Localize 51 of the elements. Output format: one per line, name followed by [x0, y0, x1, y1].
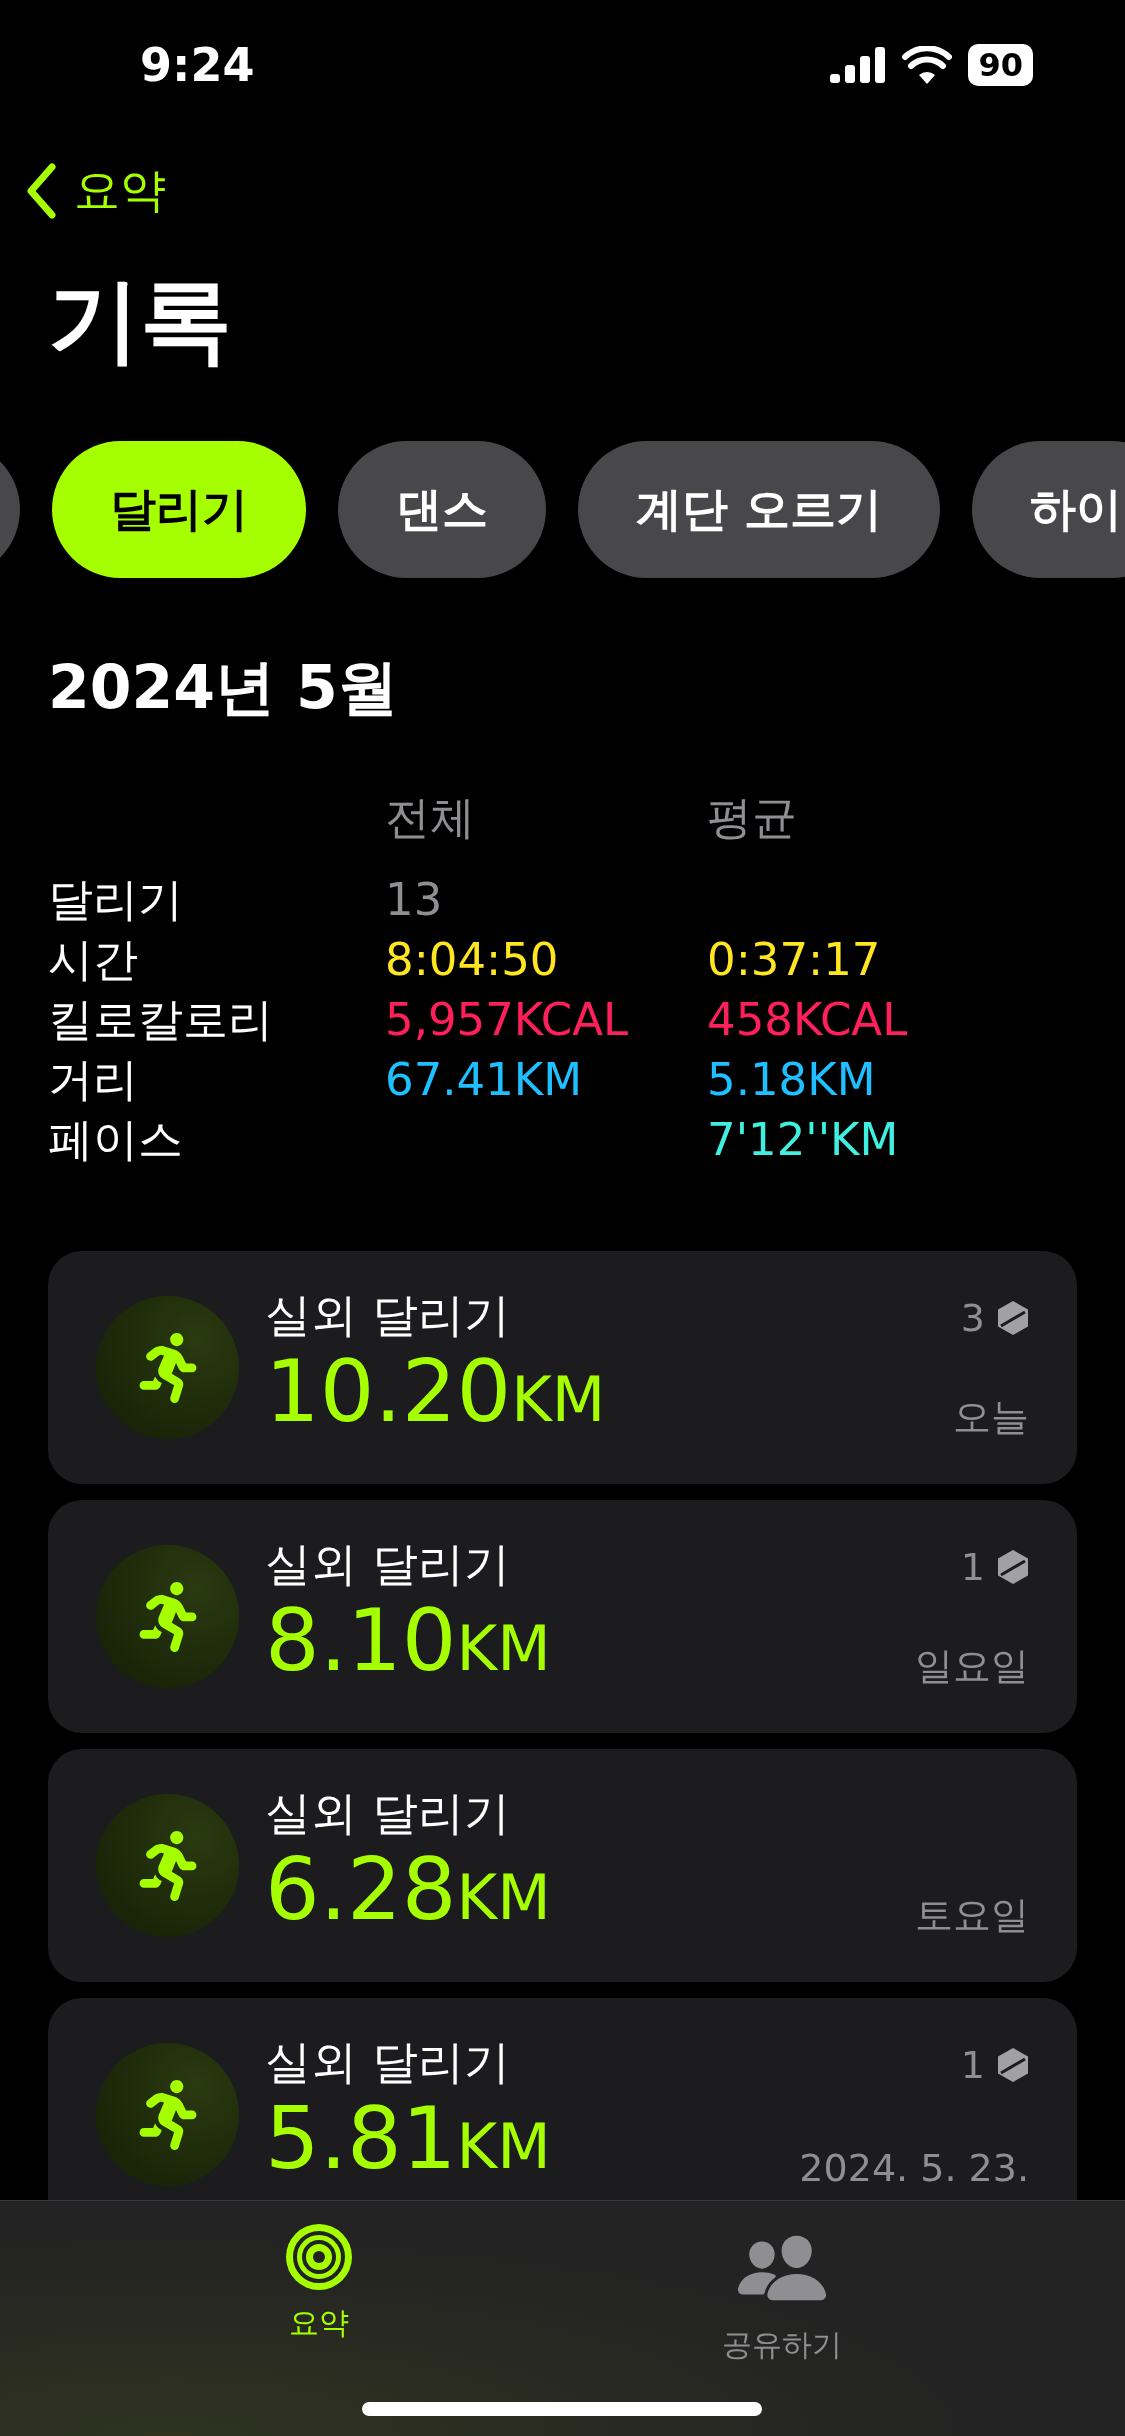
month-heading: 2024년 5월 [48, 651, 399, 725]
tab-item[interactable]: 요약 [283, 2201, 356, 2436]
badge-count: 1 [960, 1544, 985, 1589]
stat-value: 67.41KM [385, 1052, 584, 1109]
stat-value: 5.18KM [707, 1052, 877, 1109]
filter-pill[interactable]: 계단 오르기 [578, 441, 940, 579]
workout-card[interactable]: 실외 달리기 6.28KM 토요일 [48, 1749, 1077, 1983]
workout-title: 실외 달리기 [265, 1536, 511, 1593]
badge-icon [997, 1299, 1029, 1336]
workout-distance: 8.10KM [265, 1592, 552, 1693]
workout-card[interactable]: 실외 달리기 10.20KM 3 오늘 [48, 1251, 1077, 1485]
badge-icon [997, 2046, 1029, 2083]
workout-date: 토요일 [915, 1891, 1029, 1939]
back-chevron-icon [26, 163, 56, 219]
wifi-icon [902, 46, 953, 84]
stat-label: 거리 [48, 1052, 139, 1109]
workout-distance: 10.20KM [265, 1343, 607, 1444]
filter-pill[interactable]: 달리기 [52, 441, 306, 579]
status-time: 9:24 [140, 38, 255, 92]
stat-value: 13 [385, 872, 444, 929]
battery-level: 90 [968, 44, 1033, 86]
stat-label: 달리기 [48, 872, 184, 929]
stat-value: 5,957KCAL [385, 992, 630, 1049]
workout-date: 2024. 5. 23. [799, 2145, 1029, 2190]
column-header: 전체 [385, 790, 476, 847]
back-link[interactable]: 요약 [26, 160, 1125, 222]
workout-title: 실외 달리기 [265, 1785, 511, 1842]
column-header: 평균 [707, 790, 798, 847]
workout-title: 실외 달리기 [265, 1287, 511, 1344]
workout-distance: 6.28KM [265, 1841, 552, 1942]
tab-item[interactable]: 공유하기 [721, 2201, 842, 2436]
filter-pill[interactable]: 하이 [972, 441, 1125, 579]
stat-label: 킬로칼로리 [48, 992, 274, 1049]
workout-distance: 5.81 KM [265, 2090, 552, 2191]
signal-icon [830, 47, 887, 83]
workout-date: 오늘 [953, 1393, 1029, 1441]
stat-value: 0:37:17 [707, 932, 882, 989]
workout-title: 실외 달리기 [265, 2034, 511, 2091]
stat-value: 7'12''KM [707, 1112, 900, 1169]
stat-label: 페이스 [48, 1112, 184, 1169]
stat-label: 시간 [48, 932, 139, 989]
workout-date: 일요일 [915, 1642, 1029, 1690]
badge-count: 3 [960, 1295, 985, 1340]
page-title: 기록 [48, 270, 233, 372]
workout-card[interactable]: 실외 달리기 8.10KM 1 일요일 [48, 1500, 1077, 1734]
workout-card[interactable]: 실외 달리기 5.81 KM 1 2024. 5. 23. [48, 1998, 1077, 2200]
badge-icon [997, 1548, 1029, 1585]
filter-pill[interactable]: 댄스 [338, 441, 546, 579]
stat-value: 458KCAL [707, 992, 909, 1049]
stat-value: 8:04:50 [385, 932, 560, 989]
badge-count: 1 [960, 2042, 985, 2087]
